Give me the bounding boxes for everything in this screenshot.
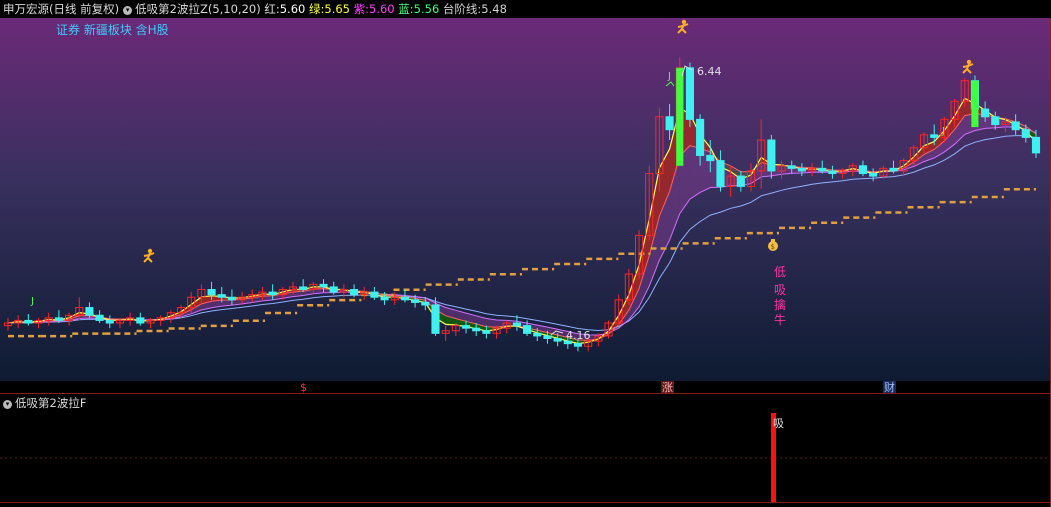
candle-body[interactable] — [380, 296, 389, 301]
stock-mode: (日线 前复权) — [49, 2, 120, 16]
candle-body[interactable] — [706, 154, 715, 162]
candle-body[interactable] — [24, 319, 33, 324]
kline-chart[interactable]: 6.44 J 4.16 J J $ 低 吸 擒 牛 $ 涨 财 吸 — [0, 0, 1051, 507]
candle-body[interactable] — [207, 289, 216, 296]
candle-body[interactable] — [1021, 129, 1030, 138]
signal-char: 低 — [774, 265, 786, 279]
dropdown-icon[interactable]: ▾ — [123, 6, 133, 15]
candle-body[interactable] — [105, 319, 114, 324]
value-blue: 蓝:5.56 — [398, 2, 440, 16]
j-marker-3: J — [941, 126, 945, 137]
candle-body[interactable] — [533, 332, 542, 337]
candle-body[interactable] — [543, 335, 552, 339]
subpanel-title[interactable]: 低吸第2波拉F — [15, 396, 86, 410]
svg-text:$: $ — [771, 243, 775, 251]
signal-char: 擒 — [774, 297, 786, 312]
peak-candle[interactable] — [676, 67, 684, 166]
signal-char: 牛 — [774, 312, 786, 327]
candle-body[interactable] — [268, 291, 277, 296]
candle-body[interactable] — [370, 291, 379, 298]
axis-mark-dollar: $ — [300, 381, 307, 394]
candle-body[interactable] — [787, 165, 796, 169]
candle-body[interactable] — [818, 167, 827, 172]
candle-body[interactable] — [696, 118, 705, 156]
indicator-name[interactable]: 低吸第2波拉Z(5,10,20) — [135, 2, 261, 16]
sector-tags: 证券 新疆板块 含H股 — [56, 23, 169, 37]
candle-body[interactable] — [685, 67, 695, 120]
candle-body[interactable] — [736, 175, 745, 187]
candle-body[interactable] — [1011, 121, 1020, 131]
candle-body[interactable] — [329, 286, 338, 293]
header: 申万宏源(日线 前复权) ▾ 低吸第2波拉Z(5,10,20) 红:5.60 绿:5… — [3, 1, 507, 17]
value-red: 红:5.60 — [264, 2, 306, 16]
candle-body[interactable] — [930, 134, 939, 138]
j-marker-2: J — [30, 296, 34, 307]
stock-name[interactable]: 申万宏源 — [3, 2, 49, 16]
candle-body[interactable] — [869, 173, 878, 177]
candle-body[interactable] — [319, 283, 328, 288]
candle-body[interactable] — [136, 317, 145, 324]
candle-body[interactable] — [716, 160, 725, 187]
candle-body[interactable] — [512, 322, 521, 327]
candle-body[interactable] — [797, 167, 806, 172]
candle-body[interactable] — [421, 301, 430, 306]
high-price-label: 6.44 — [697, 65, 722, 78]
value-green: 绿:5.65 — [309, 2, 350, 16]
candle-body[interactable] — [227, 296, 236, 301]
axis-mark-cai: 财 — [884, 380, 895, 394]
candle-body[interactable] — [431, 304, 440, 334]
value-step: 台阶线:5.48 — [442, 2, 507, 16]
candle-body[interactable] — [54, 317, 63, 321]
candle-body[interactable] — [828, 170, 837, 175]
candle-body[interactable] — [400, 296, 410, 301]
candle-body[interactable] — [411, 299, 420, 303]
candle-body[interactable] — [461, 325, 471, 329]
candle-body[interactable] — [858, 165, 868, 175]
axis-mark-zhang: 涨 — [662, 381, 673, 394]
candle-body[interactable] — [665, 116, 674, 131]
subpanel-bar-label: 吸 — [773, 417, 784, 430]
low-price-label: 4.16 — [566, 329, 591, 342]
candle-body[interactable] — [767, 139, 776, 172]
candle-body[interactable] — [889, 167, 898, 172]
candle-body[interactable] — [981, 108, 990, 118]
subpanel-header: ▾ 低吸第2波拉F — [3, 395, 86, 411]
signal-char: 吸 — [774, 283, 786, 297]
candle-body[interactable] — [299, 286, 308, 291]
signal-text: 低 吸 擒 牛 — [774, 265, 786, 327]
candle-body[interactable] — [217, 294, 226, 298]
second-peak-candle[interactable] — [971, 80, 979, 128]
candle-body[interactable] — [95, 314, 104, 321]
candle-body[interactable] — [1031, 136, 1041, 154]
candle-body[interactable] — [573, 343, 583, 347]
candle-body[interactable] — [349, 289, 359, 296]
j-marker-1: J — [667, 71, 671, 82]
dropdown-icon[interactable]: ▾ — [3, 400, 12, 409]
candle-body[interactable] — [472, 327, 481, 332]
candle-body[interactable] — [553, 337, 562, 342]
candle-body[interactable] — [85, 307, 94, 316]
value-purple: 紫:5.60 — [353, 2, 395, 16]
candle-body[interactable] — [482, 330, 491, 334]
candle-body[interactable] — [991, 116, 1000, 126]
candle-body[interactable] — [523, 325, 532, 334]
